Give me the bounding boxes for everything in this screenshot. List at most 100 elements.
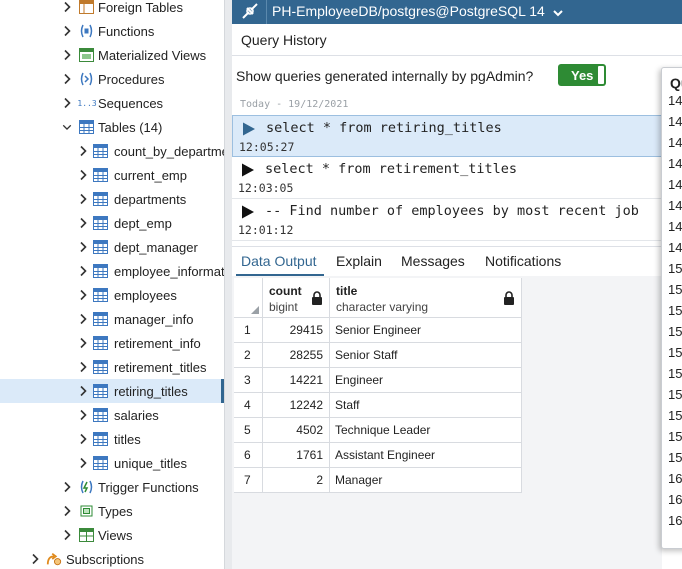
tree-item-label: Views: [98, 528, 133, 543]
chevron-right-icon[interactable]: [78, 408, 88, 422]
column-header-count[interactable]: count bigint: [263, 278, 330, 318]
cell-count[interactable]: 4502: [263, 418, 330, 443]
show-internal-queries-row: Show queries generated internally by pgA…: [232, 57, 682, 95]
chevron-right-icon[interactable]: [78, 216, 88, 230]
cell-title[interactable]: Staff: [330, 393, 522, 418]
chevron-right-icon[interactable]: [62, 528, 72, 542]
tab-notifications[interactable]: Notifications: [485, 253, 561, 269]
table-row[interactable]: 2 28255 Senior Staff: [232, 343, 522, 368]
show-internal-queries-toggle[interactable]: Yes: [558, 64, 606, 86]
history-entry[interactable]: select * from retirement_titles 12:03:05: [232, 157, 682, 199]
chevron-right-icon[interactable]: [62, 480, 72, 494]
column-header-title[interactable]: title character varying: [330, 278, 522, 318]
connection-icon[interactable]: [240, 3, 260, 21]
row-number[interactable]: 7: [234, 468, 263, 493]
chevron-down-icon[interactable]: [553, 4, 563, 20]
chevron-right-icon[interactable]: [78, 384, 88, 398]
history-entry[interactable]: select * from retiring_titles 12:05:27: [232, 115, 682, 157]
tree-item-sequences[interactable]: 1..3 Sequences: [0, 91, 224, 115]
tab-data-output[interactable]: Data Output: [241, 253, 317, 269]
tree-item-dept-emp[interactable]: dept_emp: [0, 211, 224, 235]
tree-item-manager-info[interactable]: manager_info: [0, 307, 224, 331]
row-number[interactable]: 3: [234, 368, 263, 393]
tree-item-dept-manager[interactable]: dept_manager: [0, 235, 224, 259]
chevron-right-icon[interactable]: [62, 24, 72, 38]
tree-item-functions[interactable]: Functions: [0, 19, 224, 43]
tab-messages[interactable]: Messages: [401, 253, 465, 269]
row-number[interactable]: 4: [234, 393, 263, 418]
cell-title[interactable]: Senior Staff: [330, 343, 522, 368]
tree-item-current-emp[interactable]: current_emp: [0, 163, 224, 187]
chevron-right-icon[interactable]: [78, 288, 88, 302]
table-row[interactable]: 1 29415 Senior Engineer: [232, 318, 522, 343]
panel-splitter[interactable]: [224, 0, 232, 569]
tree-item-employees[interactable]: employees: [0, 283, 224, 307]
chevron-down-icon[interactable]: [62, 120, 72, 134]
chevron-right-icon[interactable]: [78, 240, 88, 254]
chevron-right-icon[interactable]: [78, 312, 88, 326]
tree-item-types[interactable]: Types: [0, 499, 224, 523]
tree-item-count-by-departme[interactable]: count_by_departme: [0, 139, 224, 163]
tree-item-titles[interactable]: titles: [0, 427, 224, 451]
row-number[interactable]: 6: [234, 443, 263, 468]
cell-title[interactable]: Manager: [330, 468, 522, 493]
chevron-right-icon[interactable]: [62, 48, 72, 62]
tree-item-procedures[interactable]: Procedures: [0, 67, 224, 91]
tree-item-views[interactable]: Views: [0, 523, 224, 547]
tree-item-subscriptions[interactable]: Subscriptions: [0, 547, 224, 569]
tree-item-retirement-titles[interactable]: retirement_titles: [0, 355, 224, 379]
query-panel-line: 14: [668, 135, 682, 150]
chevron-right-icon[interactable]: [78, 456, 88, 470]
tree-item-departments[interactable]: departments: [0, 187, 224, 211]
row-number[interactable]: 1: [234, 318, 263, 343]
chevron-right-icon[interactable]: [62, 0, 72, 14]
tree-item-salaries[interactable]: salaries: [0, 403, 224, 427]
chevron-right-icon[interactable]: [78, 432, 88, 446]
query-panel-line: 15: [668, 387, 682, 402]
row-number[interactable]: 2: [234, 343, 263, 368]
cell-count[interactable]: 2: [263, 468, 330, 493]
chevron-right-icon[interactable]: [78, 192, 88, 206]
table-row[interactable]: 7 2 Manager: [232, 468, 522, 493]
cell-count[interactable]: 14221: [263, 368, 330, 393]
cell-title[interactable]: Assistant Engineer: [330, 443, 522, 468]
cell-count[interactable]: 12242: [263, 393, 330, 418]
chevron-right-icon[interactable]: [78, 336, 88, 350]
tree-item-foreign-tables[interactable]: Foreign Tables: [0, 0, 224, 19]
cell-title[interactable]: Senior Engineer: [330, 318, 522, 343]
history-entry[interactable]: -- Find number of employees by most rece…: [232, 199, 682, 241]
tree-item-label: employees: [114, 288, 177, 303]
row-number[interactable]: 5: [234, 418, 263, 443]
table-row[interactable]: 5 4502 Technique Leader: [232, 418, 522, 443]
tree-item-trigger-functions[interactable]: Trigger Functions: [0, 475, 224, 499]
tree-item-employee-informat[interactable]: employee_informat: [0, 259, 224, 283]
chevron-right-icon[interactable]: [78, 144, 88, 158]
connection-title[interactable]: PH-EmployeeDB/postgres@PostgreSQL 14: [272, 3, 563, 20]
tree-item-materialized-views[interactable]: Materialized Views: [0, 43, 224, 67]
table-row[interactable]: 6 1761 Assistant Engineer: [232, 443, 522, 468]
chevron-right-icon[interactable]: [62, 72, 72, 86]
tree-item-retiring-titles[interactable]: retiring_titles: [0, 379, 224, 403]
cell-title[interactable]: Technique Leader: [330, 418, 522, 443]
chevron-right-icon[interactable]: [30, 552, 40, 566]
chevron-right-icon[interactable]: [62, 504, 72, 518]
tables-icon: [78, 119, 94, 135]
tree-item-label: Sequences: [98, 96, 164, 111]
tree-item-unique-titles[interactable]: unique_titles: [0, 451, 224, 475]
chevron-right-icon[interactable]: [78, 360, 88, 374]
output-tabs: Data Output Explain Messages Notifications: [232, 246, 662, 277]
play-icon: [242, 122, 256, 136]
chevron-right-icon[interactable]: [78, 168, 88, 182]
chevron-right-icon[interactable]: [78, 264, 88, 278]
tab-explain[interactable]: Explain: [336, 253, 382, 269]
table-row[interactable]: 4 12242 Staff: [232, 393, 522, 418]
cell-title[interactable]: Engineer: [330, 368, 522, 393]
tree-item-label: retirement_info: [114, 336, 201, 351]
tree-item-tables-14[interactable]: Tables (14): [0, 115, 224, 139]
cell-count[interactable]: 29415: [263, 318, 330, 343]
tree-item-retirement-info[interactable]: retirement_info: [0, 331, 224, 355]
table-row[interactable]: 3 14221 Engineer: [232, 368, 522, 393]
cell-count[interactable]: 1761: [263, 443, 330, 468]
cell-count[interactable]: 28255: [263, 343, 330, 368]
chevron-right-icon[interactable]: [62, 96, 72, 110]
